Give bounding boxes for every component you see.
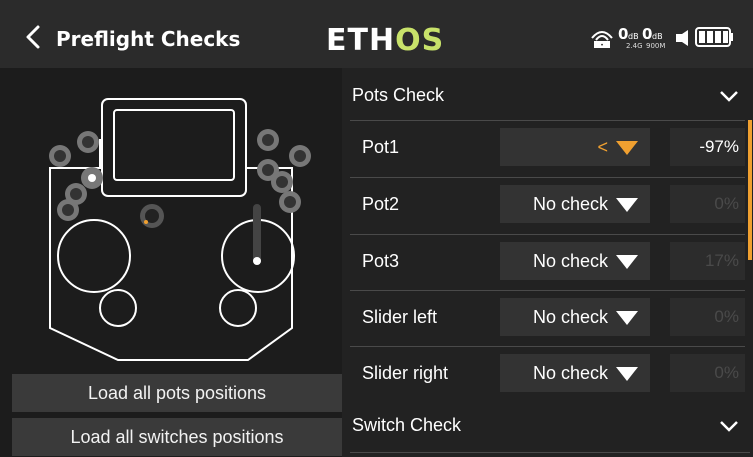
page-title: Preflight Checks: [56, 27, 241, 51]
dropdown-arrow-icon: [616, 367, 638, 381]
battery-icon: [695, 27, 733, 47]
check-mode-dropdown[interactable]: <: [500, 128, 650, 166]
dropdown-arrow-icon: [616, 311, 638, 325]
pots-check-section[interactable]: Pots Check: [350, 74, 745, 118]
scrollbar[interactable]: [748, 120, 752, 260]
dropdown-arrow-icon: [616, 141, 638, 155]
pot-value: 0%: [670, 185, 745, 223]
pot-row: Pot1 < -97%: [350, 120, 745, 172]
check-mode-dropdown[interactable]: No check: [500, 185, 650, 223]
ethos-logo: ETHOS: [326, 23, 445, 58]
svg-text:dB: dB: [628, 32, 639, 41]
top-bar: Preflight Checks ETHOS • 0 dB 0 dB 2.4G …: [0, 0, 753, 68]
pot-row: Slider right No check 0%: [350, 346, 745, 398]
check-mode-dropdown[interactable]: No check: [500, 242, 650, 280]
dropdown-arrow-icon: [616, 255, 638, 269]
pot-value: 0%: [670, 298, 745, 336]
svg-text:2.4G: 2.4G: [626, 42, 643, 50]
pot-name: Slider right: [362, 363, 449, 383]
status-indicators: • 0 dB 0 dB 2.4G 900M: [591, 25, 733, 50]
pot-name: Pot2: [362, 194, 400, 214]
svg-text:•: •: [600, 42, 604, 49]
switch-check-label: Switch Check: [352, 415, 462, 435]
pot-name: Slider left: [362, 307, 438, 327]
pots-check-label: Pots Check: [352, 85, 445, 105]
chevron-down-icon: [720, 421, 738, 432]
checks-panel: Pots Check Pot1 < -97% Pot2 No check 0% …: [342, 68, 753, 457]
divider: [350, 452, 750, 453]
pot-value: 0%: [670, 354, 745, 392]
back-arrow-icon[interactable]: [22, 24, 44, 50]
svg-text:dB: dB: [652, 32, 663, 41]
load-all-pots-button[interactable]: Load all pots positions: [12, 374, 342, 412]
switch-check-section[interactable]: Switch Check: [350, 404, 745, 448]
load-all-switches-button[interactable]: Load all switches positions: [12, 418, 342, 456]
pot-name: Pot3: [362, 251, 400, 271]
pot-row: Pot2 No check 0%: [350, 177, 745, 229]
volume-icon: [676, 30, 688, 46]
radio-panel: Load all pots positions Load all switche…: [0, 68, 342, 457]
dropdown-arrow-icon: [616, 198, 638, 212]
rssi1-value: 0: [618, 25, 628, 43]
pot-row: Pot3 No check 17%: [350, 234, 745, 286]
pot-row: Slider left No check 0%: [350, 290, 745, 342]
radio-diagram: [49, 98, 311, 361]
check-mode-dropdown[interactable]: No check: [500, 298, 650, 336]
check-mode-dropdown[interactable]: No check: [500, 354, 650, 392]
svg-text:900M: 900M: [646, 42, 665, 50]
chevron-down-icon: [720, 91, 738, 102]
pot-value: 17%: [670, 242, 745, 280]
rssi2-value: 0: [642, 25, 652, 43]
wifi-icon: •: [591, 31, 613, 49]
pot-value: -97%: [670, 128, 745, 166]
pot-name: Pot1: [362, 137, 400, 157]
